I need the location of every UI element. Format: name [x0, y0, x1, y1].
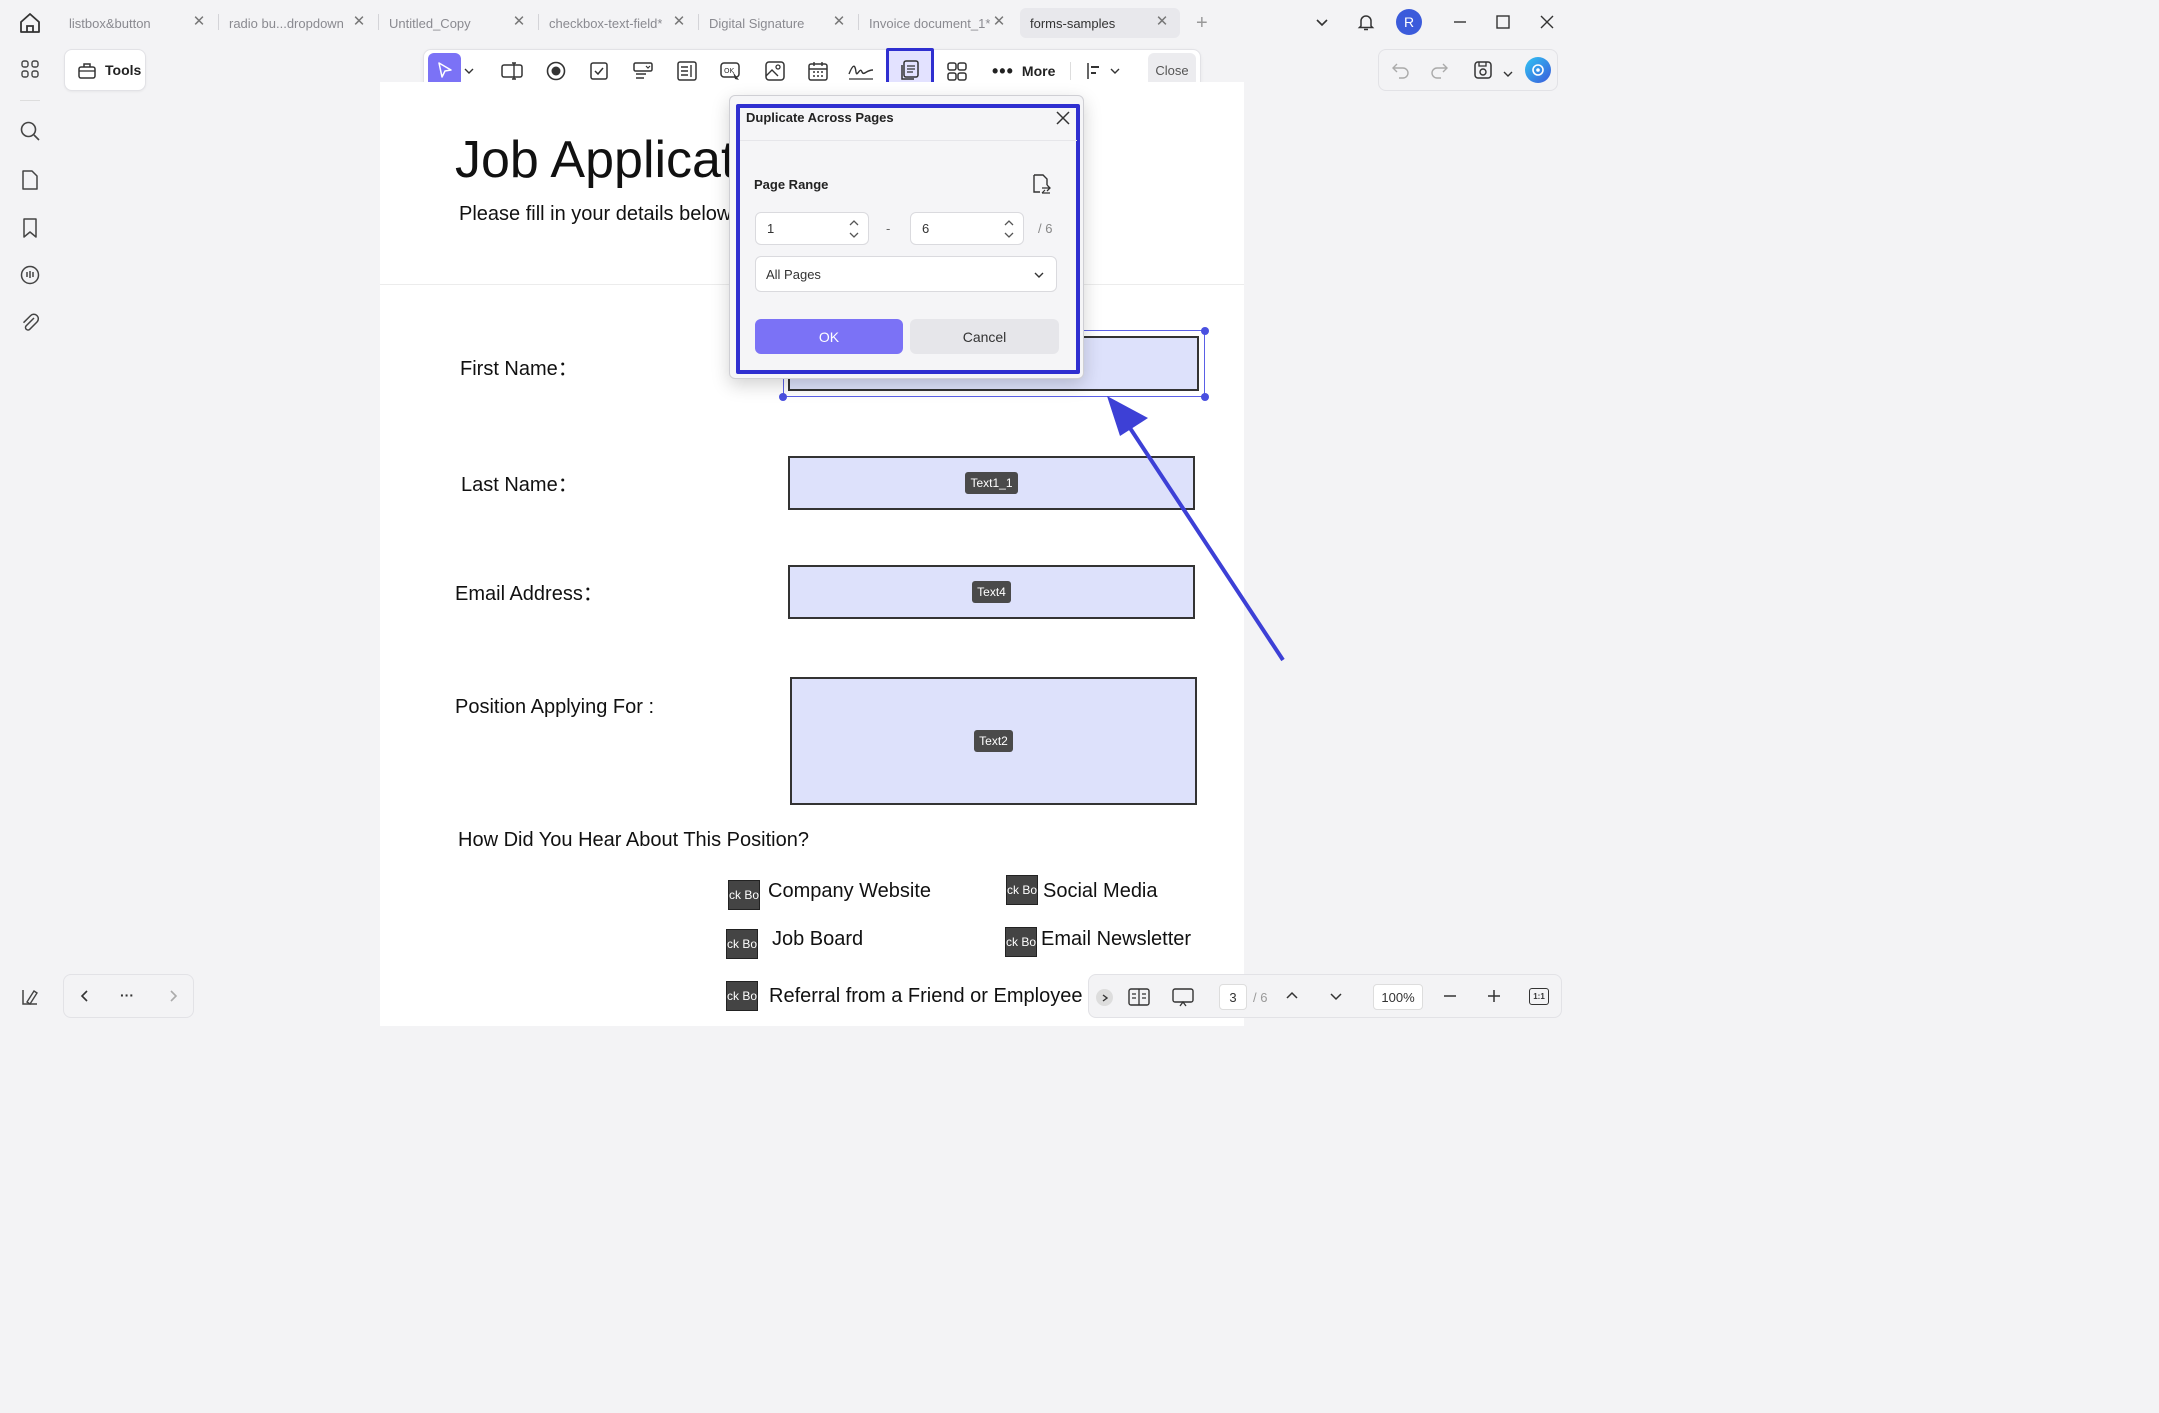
total-pages: / 6 [1038, 221, 1053, 236]
page-subset-select[interactable]: All Pages [755, 256, 1057, 292]
ok-button[interactable]: OK [755, 319, 903, 354]
page-nav-bar: ··· [63, 974, 194, 1018]
more-dots-icon[interactable]: ··· [120, 987, 134, 1003]
stepper-arrows-icon[interactable] [1003, 217, 1015, 241]
cancel-button[interactable]: Cancel [910, 319, 1059, 354]
close-icon[interactable] [1054, 109, 1072, 127]
current-page: 3 [1229, 989, 1237, 1005]
chevron-right-icon[interactable] [166, 989, 180, 1008]
actual-size-label: 1:1 [1533, 992, 1545, 1001]
collapse-arrow-icon[interactable] [1096, 989, 1113, 1006]
presentation-icon[interactable] [1171, 986, 1195, 1011]
status-bar: 3 / 6 100% 1:1 [1088, 974, 1562, 1018]
to-page-value: 6 [922, 221, 930, 236]
chevron-down-icon [1034, 272, 1044, 278]
range-dash: - [886, 221, 891, 236]
zoom-level[interactable]: 100% [1373, 984, 1423, 1010]
select-value: All Pages [766, 266, 821, 282]
cancel-label: Cancel [962, 328, 1007, 345]
reading-mode-icon[interactable] [1127, 986, 1151, 1011]
dialog-title: Duplicate Across Pages [746, 110, 894, 125]
to-page-stepper[interactable]: 6 [910, 212, 1024, 245]
dialog-divider [740, 140, 1077, 141]
chevron-up-icon[interactable] [1285, 989, 1299, 1006]
chevron-left-icon[interactable] [78, 989, 92, 1008]
zoom-value: 100% [1381, 989, 1415, 1005]
page-range-label: Page Range [754, 177, 829, 192]
chevron-down-icon[interactable] [1329, 989, 1343, 1006]
page-swap-icon[interactable] [1030, 173, 1052, 200]
from-page-value: 1 [767, 221, 775, 236]
from-page-stepper[interactable]: 1 [755, 212, 869, 245]
actual-size-button[interactable]: 1:1 [1529, 988, 1549, 1005]
ok-label: OK [818, 328, 840, 345]
zoom-out-icon[interactable] [1443, 989, 1457, 1006]
stepper-arrows-icon[interactable] [848, 217, 860, 241]
page-number-input[interactable]: 3 [1219, 984, 1247, 1010]
total-pages: / 6 [1253, 990, 1268, 1005]
zoom-in-icon[interactable] [1487, 989, 1501, 1006]
